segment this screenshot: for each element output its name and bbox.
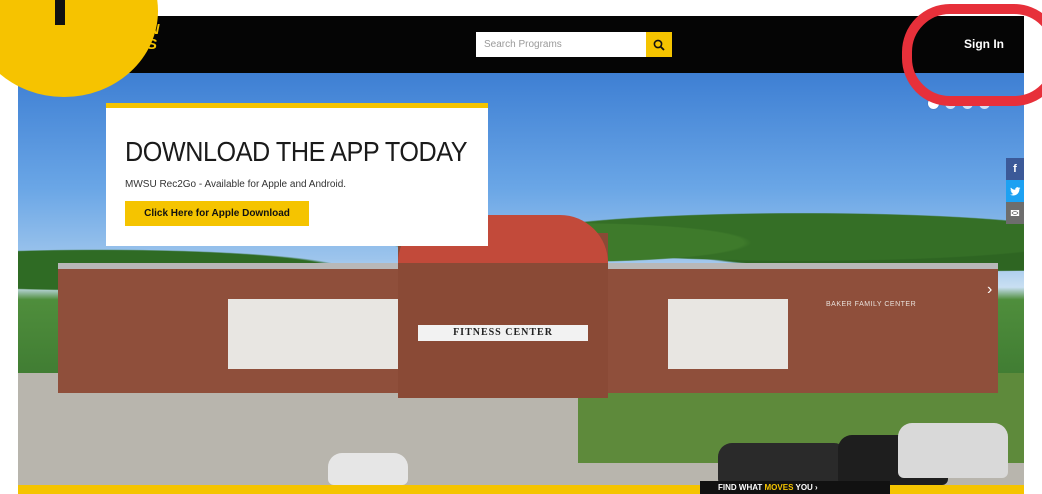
app-promo-card: DOWNLOAD THE APP TODAY MWSU Rec2Go - Ava… (106, 103, 488, 246)
apple-download-button[interactable]: Click Here for Apple Download (125, 201, 309, 226)
search-button[interactable] (646, 32, 672, 57)
email-icon[interactable]: ✉ (1006, 202, 1024, 224)
search-icon (653, 39, 665, 51)
find-suffix: YOU › (793, 483, 818, 492)
building-label: BAKER FAMILY CENTER (826, 301, 917, 308)
building-sign: FITNESS CENTER (453, 327, 553, 338)
parked-car (898, 423, 1008, 478)
carousel-dot-1[interactable] (928, 98, 939, 109)
carousel-dot-4[interactable] (979, 98, 990, 109)
find-highlight: MOVES (764, 483, 794, 492)
carousel-dot-3[interactable] (962, 98, 973, 109)
search-input[interactable] (476, 32, 646, 57)
chevron-right-icon[interactable]: › (987, 281, 992, 299)
twitter-icon[interactable] (1006, 180, 1024, 202)
find-prefix: FIND WHAT (718, 483, 765, 492)
facebook-icon[interactable]: f (1006, 158, 1024, 180)
hero-entrance: FITNESS CENTER (398, 215, 608, 398)
parked-car (328, 453, 408, 485)
social-share-bar: f ✉ (1006, 158, 1024, 224)
carousel-dots (928, 98, 990, 109)
promo-subtitle: MWSU Rec2Go - Available for Apple and An… (125, 179, 347, 190)
sign-in-link[interactable]: Sign In (964, 37, 1004, 51)
find-what-moves-you-link[interactable]: FIND WHAT MOVES YOU › (700, 481, 890, 494)
promo-title: DOWNLOAD THE APP TODAY (125, 136, 468, 167)
hero-banner: FITNESS CENTER BAKER FAMILY CENTER DOWNL… (18, 73, 1024, 485)
parked-car (718, 443, 848, 485)
carousel-dot-2[interactable] (945, 98, 956, 109)
